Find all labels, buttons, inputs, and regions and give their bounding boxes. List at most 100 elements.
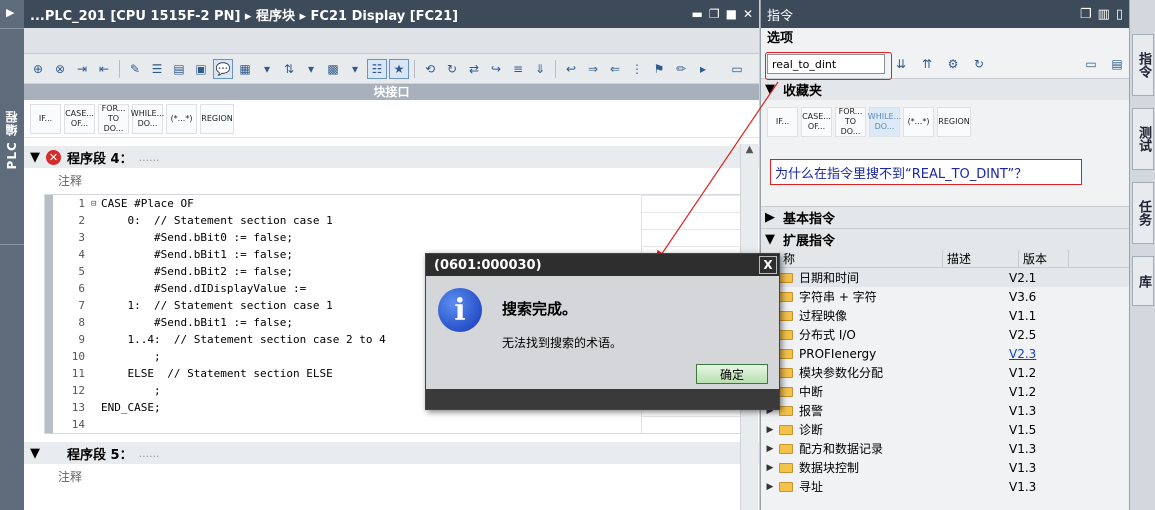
jump-back-icon[interactable]: ↩: [561, 59, 581, 79]
block-interface-bar[interactable]: 块接口: [24, 84, 759, 100]
basic-instructions-header[interactable]: ▶ 基本指令: [761, 206, 1129, 228]
scroll-up-icon[interactable]: ▲: [741, 144, 758, 160]
restore-icon[interactable]: ❐: [709, 7, 720, 21]
snippet-comment[interactable]: (*...*): [166, 103, 197, 134]
dropdown-icon[interactable]: ▾: [345, 59, 365, 79]
expand-arrow-icon[interactable]: ▶: [6, 6, 14, 19]
details-view-icon[interactable]: ▤: [1107, 54, 1127, 74]
collapse-icon[interactable]: ▼: [30, 446, 40, 461]
bookmark-icon[interactable]: ▦: [235, 59, 255, 79]
column-name[interactable]: 称: [779, 250, 943, 267]
code-line[interactable]: 3 #Send.bBit0 := false;: [45, 229, 741, 246]
network-4-header[interactable]: ▼ ✕ 程序段 4： ......: [24, 146, 759, 168]
code-line[interactable]: 2 0: // Statement section case 1: [45, 212, 741, 229]
network-5-header[interactable]: ▼ 程序段 5： ......: [24, 442, 759, 464]
split-icon[interactable]: ⋮: [627, 59, 647, 79]
expand-icon[interactable]: ▶: [761, 463, 779, 473]
tab-tasks[interactable]: 任务: [1132, 182, 1154, 244]
filter-icon[interactable]: ⚙: [943, 54, 963, 74]
instruction-folder-row[interactable]: ▶PROFIenergyV2.3: [761, 344, 1129, 363]
instruction-folder-row[interactable]: ▶ 诊断 V1.5: [761, 420, 1129, 439]
instruction-folder-row[interactable]: ▶模块参数化分配V1.2: [761, 363, 1129, 382]
align-icon[interactable]: ≡: [508, 59, 528, 79]
dropdown-icon[interactable]: ▾: [301, 59, 321, 79]
code-line[interactable]: 1 ⊟ CASE #Place OF: [45, 195, 741, 212]
expand-icon[interactable]: ▶: [761, 444, 779, 454]
indent-icon[interactable]: ⇥: [72, 59, 92, 79]
instruction-folder-row[interactable]: ▶ 配方和数据记录 V1.3: [761, 439, 1129, 458]
network-delete-icon[interactable]: ⊗: [50, 59, 70, 79]
expand-icon[interactable]: ▶: [761, 425, 779, 435]
flag-icon[interactable]: ⚑: [649, 59, 669, 79]
list-icon[interactable]: ☰: [147, 59, 167, 79]
move-icon[interactable]: ⇅: [279, 59, 299, 79]
instruction-folder-row[interactable]: ▶字符串 + 字符V3.6: [761, 287, 1129, 306]
instruction-folder-row[interactable]: ▶分布式 I/OV2.5: [761, 325, 1129, 344]
search-next-icon[interactable]: ⇊: [891, 54, 911, 74]
split-view-icon[interactable]: ▥: [1098, 7, 1110, 22]
goto-icon[interactable]: ↪: [486, 59, 506, 79]
fav-while[interactable]: WHILE... DO...: [868, 107, 901, 137]
network-4-title[interactable]: ......: [139, 151, 160, 164]
absolute-icon[interactable]: ☷: [367, 58, 387, 79]
tab-libraries[interactable]: 库: [1132, 256, 1154, 306]
more-arrow-icon[interactable]: ▸: [693, 59, 713, 79]
outdent-icon[interactable]: ⇤: [94, 59, 114, 79]
favorite-icon[interactable]: ★: [389, 58, 409, 79]
jump-in-icon[interactable]: ⇒: [583, 59, 603, 79]
column-version[interactable]: 版本: [1019, 250, 1069, 267]
compare-icon[interactable]: ⇄: [464, 59, 484, 79]
comment-icon[interactable]: 💬: [213, 58, 233, 79]
fold-icon[interactable]: ⊟: [91, 199, 101, 209]
maximize-icon[interactable]: ■: [726, 7, 737, 21]
expand-icon[interactable]: ▶: [765, 210, 775, 225]
format-icon[interactable]: ✎: [125, 59, 145, 79]
pen-icon[interactable]: ✏: [671, 59, 691, 79]
window-icon[interactable]: ▣: [191, 59, 211, 79]
view-icon[interactable]: ▭: [1081, 54, 1101, 74]
grid-icon[interactable]: ▩: [323, 59, 343, 79]
fav-region[interactable]: REGION: [937, 107, 971, 137]
instruction-folder-row[interactable]: ▶日期和时间V2.1: [761, 268, 1129, 287]
network-insert-icon[interactable]: ⊕: [28, 59, 48, 79]
snippet-for[interactable]: FOR... TO DO...: [98, 103, 129, 134]
left-portal-strip[interactable]: ▶ PLC 编程: [0, 0, 24, 510]
search-prev-icon[interactable]: ⇈: [917, 54, 937, 74]
minimize-icon[interactable]: ▬: [691, 7, 702, 21]
network-4-comment[interactable]: 注释: [24, 168, 759, 194]
extended-instructions-header[interactable]: ▼ 扩展指令: [761, 228, 1129, 250]
download-icon[interactable]: ⇓: [530, 59, 550, 79]
tab-instructions[interactable]: 指令: [1132, 34, 1154, 96]
panel-icon[interactable]: ▭: [727, 59, 747, 79]
snippet-region[interactable]: REGION: [200, 103, 234, 134]
close-icon[interactable]: ▯: [1116, 7, 1123, 22]
favorites-header[interactable]: ▼ 收藏夹: [761, 78, 1129, 100]
collapse-icon[interactable]: ▼: [30, 150, 40, 165]
collapse-icon[interactable]: ▼: [765, 82, 775, 97]
collapse-icon[interactable]: ▼: [765, 232, 775, 247]
column-description[interactable]: 描述: [943, 250, 1019, 267]
code-line[interactable]: 14: [45, 416, 741, 433]
snippet-if[interactable]: IF...: [30, 103, 61, 134]
instruction-folder-row[interactable]: ▶中断V1.2: [761, 382, 1129, 401]
network-5-title[interactable]: ......: [139, 447, 160, 460]
instruction-folder-row[interactable]: ▶ 数据块控制 V1.3: [761, 458, 1129, 477]
fav-case[interactable]: CASE... OF...: [801, 107, 832, 137]
refresh-icon[interactable]: ↻: [969, 54, 989, 74]
close-icon[interactable]: ✕: [743, 7, 753, 21]
instruction-folder-row[interactable]: ▶过程映像V1.1: [761, 306, 1129, 325]
ok-button[interactable]: 确定: [696, 364, 768, 384]
monitor-icon[interactable]: ⟲: [420, 59, 440, 79]
folder-version[interactable]: V2.3: [1005, 347, 1055, 361]
instruction-folder-row[interactable]: ▶ 寻址 V1.3: [761, 477, 1129, 496]
fav-comment[interactable]: (*...*): [903, 107, 934, 137]
refresh-icon[interactable]: ↻: [442, 59, 462, 79]
snippet-while[interactable]: WHILE... DO...: [131, 103, 164, 134]
fav-for[interactable]: FOR... TO DO...: [835, 107, 866, 137]
instruction-folder-row[interactable]: ▶ 报警 V1.3: [761, 401, 1129, 420]
dropdown-icon[interactable]: ▾: [257, 59, 277, 79]
fav-if[interactable]: IF...: [767, 107, 798, 137]
restore-icon[interactable]: ❐: [1080, 7, 1092, 22]
table-icon[interactable]: ▤: [169, 59, 189, 79]
expand-icon[interactable]: ▶: [761, 482, 779, 492]
